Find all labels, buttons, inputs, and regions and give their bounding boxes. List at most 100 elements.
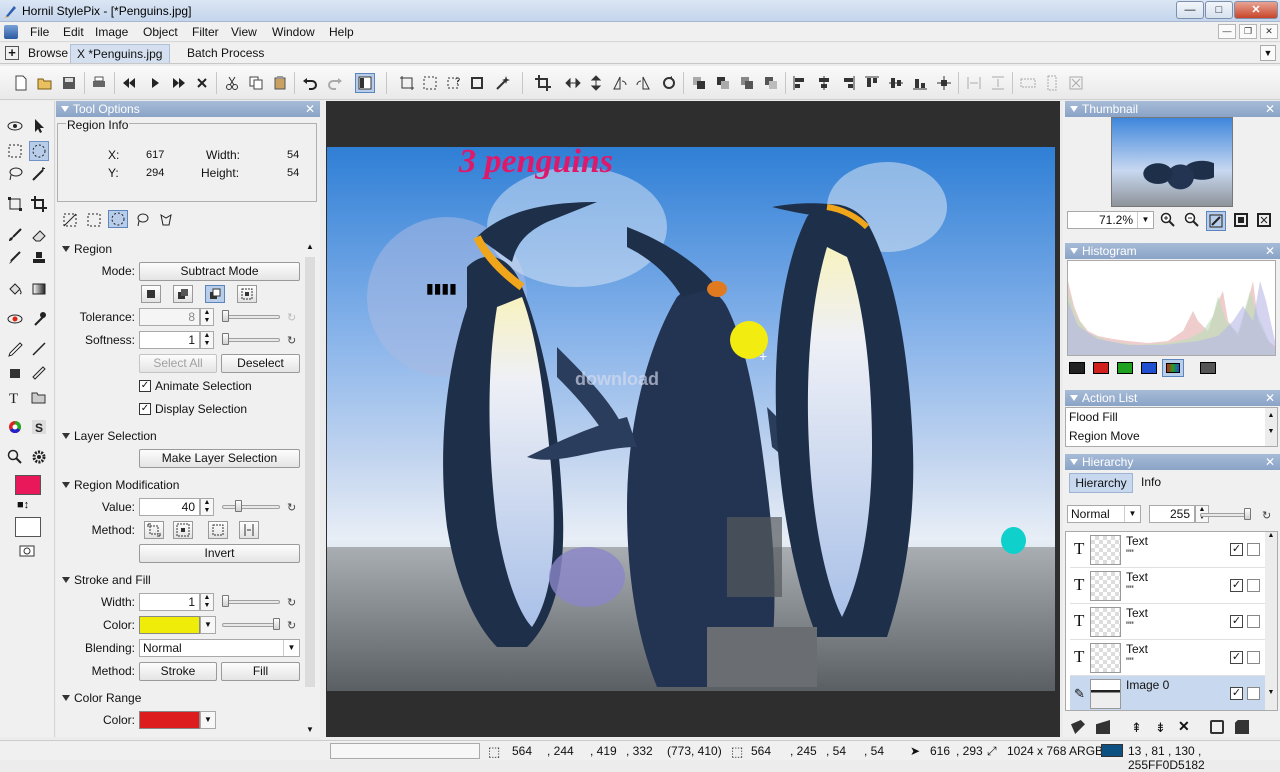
- mode-intersect-icon[interactable]: [237, 285, 257, 303]
- first-frame-icon[interactable]: [119, 73, 139, 93]
- action-list-close-icon[interactable]: ✕: [1265, 390, 1275, 406]
- gradient-icon[interactable]: [29, 279, 49, 299]
- mode-new-icon[interactable]: [141, 285, 161, 303]
- layer-row-selected[interactable]: ✎ Image 0 ✓: [1070, 676, 1265, 710]
- tool-options-scrollbar[interactable]: [305, 257, 315, 687]
- make-layer-selection-button[interactable]: Make Layer Selection: [139, 449, 300, 468]
- tool-options-close-icon[interactable]: ✕: [305, 101, 315, 117]
- stamp-icon[interactable]: [29, 248, 49, 268]
- tolerance-slider-thumb[interactable]: [222, 310, 229, 322]
- align-right-icon[interactable]: [838, 73, 858, 93]
- align-left-icon[interactable]: [790, 73, 810, 93]
- thumbnail-view[interactable]: [1111, 117, 1233, 207]
- method-expand-icon[interactable]: [144, 521, 164, 539]
- layer-lock-checkbox[interactable]: [1247, 687, 1260, 700]
- stroke-width-slider-thumb[interactable]: [222, 595, 229, 607]
- fit-icon[interactable]: [1066, 73, 1086, 93]
- align-middle-icon[interactable]: [886, 73, 906, 93]
- softness-slider[interactable]: [222, 338, 280, 342]
- histogram-luminance-icon[interactable]: [1069, 362, 1085, 374]
- select-wand-icon[interactable]: [493, 73, 513, 93]
- fill-button[interactable]: Fill: [221, 662, 300, 681]
- red-eye-icon[interactable]: [5, 309, 25, 329]
- layer-visible-checkbox[interactable]: ✓: [1230, 651, 1243, 664]
- zoom-out-icon[interactable]: [1184, 212, 1202, 230]
- stroke-fill-section-header[interactable]: Stroke and Fill: [62, 573, 151, 587]
- smudge-icon[interactable]: [29, 309, 49, 329]
- color-range-section-header[interactable]: Color Range: [62, 691, 141, 705]
- thumbnail-close-icon[interactable]: ✕: [1265, 101, 1275, 117]
- arrange-forward-icon[interactable]: [713, 73, 733, 93]
- layer-lock-checkbox[interactable]: [1247, 651, 1260, 664]
- copy-icon[interactable]: [246, 73, 266, 93]
- minimize-button[interactable]: —: [1176, 1, 1204, 19]
- rect-select-icon[interactable]: [5, 141, 25, 161]
- stroke-width-slider[interactable]: [222, 600, 280, 604]
- layer-row[interactable]: T Text "" ✓: [1070, 568, 1265, 604]
- menu-edit[interactable]: Edit: [63, 25, 84, 39]
- layer-move-down-icon[interactable]: ⇟: [1155, 720, 1166, 736]
- layer-row[interactable]: T Text "" ✓: [1070, 604, 1265, 640]
- tolerance-reset-icon[interactable]: ↻: [287, 311, 296, 324]
- modification-reset-icon[interactable]: ↻: [287, 501, 296, 514]
- flip-vertical-icon[interactable]: [586, 73, 606, 93]
- flip-horizontal-icon[interactable]: [563, 73, 583, 93]
- tab-close-icon[interactable]: X: [77, 47, 85, 61]
- magic-wand-icon[interactable]: [29, 164, 49, 184]
- menu-help[interactable]: Help: [329, 25, 354, 39]
- invert-button[interactable]: Invert: [139, 544, 300, 563]
- fast-forward-icon[interactable]: [169, 73, 189, 93]
- layer-row[interactable]: T Text "" ✓: [1070, 640, 1265, 676]
- method-border-icon[interactable]: [208, 521, 228, 539]
- transform-icon[interactable]: [5, 194, 25, 214]
- fill-bucket-icon[interactable]: [5, 279, 25, 299]
- menu-file[interactable]: File: [30, 25, 49, 39]
- mode-subtract-icon[interactable]: [205, 285, 225, 303]
- region-section-header[interactable]: Region: [62, 242, 112, 256]
- rotate-left-icon[interactable]: [610, 73, 630, 93]
- arrange-front-icon[interactable]: [689, 73, 709, 93]
- region-modification-section-header[interactable]: Region Modification: [62, 478, 179, 492]
- hierarchy-header[interactable]: Hierarchy ✕: [1065, 454, 1280, 470]
- pen-icon[interactable]: [5, 339, 25, 359]
- stop-x-icon[interactable]: [192, 73, 212, 93]
- layer-lock-checkbox[interactable]: [1247, 543, 1260, 556]
- modification-value-input[interactable]: 40: [139, 498, 200, 516]
- blending-select[interactable]: Normal ▼: [139, 639, 300, 657]
- action-list-item[interactable]: Flood Fill: [1069, 410, 1118, 424]
- histogram-green-icon[interactable]: [1117, 362, 1133, 374]
- layer-duplicate-icon[interactable]: [1096, 720, 1110, 734]
- zoom-dropdown-icon[interactable]: ▼: [1137, 212, 1153, 228]
- undo-icon[interactable]: [300, 73, 320, 93]
- panel-toggle-icon[interactable]: [355, 73, 375, 93]
- cyan-ellipse[interactable]: [1001, 527, 1026, 554]
- modification-value-slider[interactable]: [222, 505, 280, 509]
- deselect-button[interactable]: Deselect: [221, 354, 300, 373]
- crop-tool-icon[interactable]: [29, 194, 49, 214]
- layer-move-up-icon[interactable]: ⇞: [1131, 720, 1142, 736]
- layer-opacity-reset-icon[interactable]: ↻: [1262, 509, 1271, 522]
- color-range-dropdown-icon[interactable]: ▼: [200, 711, 216, 729]
- shape-lasso-icon[interactable]: [132, 211, 152, 229]
- tool-options-header[interactable]: Tool Options ✕: [56, 101, 320, 117]
- layer-lock-checkbox[interactable]: [1247, 615, 1260, 628]
- eraser-icon[interactable]: [29, 225, 49, 245]
- arrange-backward-icon[interactable]: [761, 73, 781, 93]
- swap-colors-icon[interactable]: ■↕: [17, 499, 37, 513]
- view-eye-icon[interactable]: [5, 116, 25, 136]
- layer-visible-checkbox[interactable]: ✓: [1230, 579, 1243, 592]
- shape-ellipse-icon[interactable]: [108, 210, 128, 228]
- measure-icon[interactable]: [29, 363, 49, 383]
- layer-new-icon[interactable]: [1071, 720, 1085, 734]
- layer-visible-checkbox[interactable]: ✓: [1230, 543, 1243, 556]
- mode-add-icon[interactable]: [173, 285, 193, 303]
- ellipse-select-icon[interactable]: [29, 141, 49, 161]
- zoom-icon[interactable]: [5, 447, 25, 467]
- distribute-h-icon[interactable]: [964, 73, 984, 93]
- tab-batch-process[interactable]: Batch Process: [181, 44, 270, 63]
- color-wheel-icon[interactable]: [5, 417, 25, 437]
- histogram-close-icon[interactable]: ✕: [1265, 243, 1275, 259]
- align-center-h-icon[interactable]: [814, 73, 834, 93]
- modification-value-spinner[interactable]: ▲ ▼: [200, 498, 214, 516]
- stroke-width-input[interactable]: 1: [139, 593, 200, 611]
